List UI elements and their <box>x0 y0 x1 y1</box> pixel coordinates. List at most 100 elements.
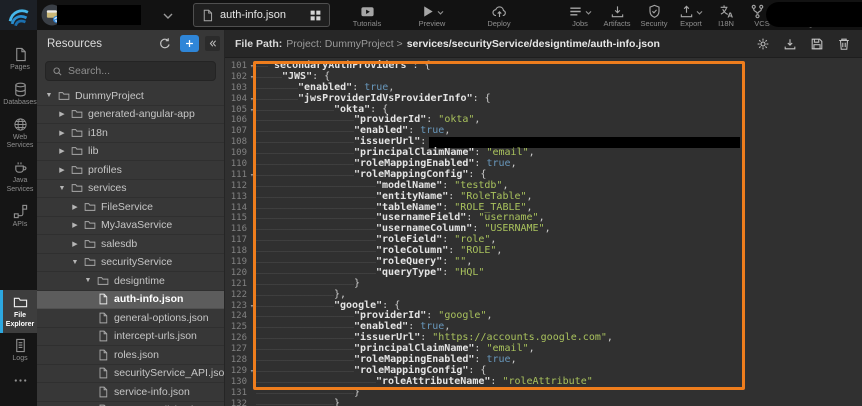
chevron-expanded-icon[interactable]: ▼ <box>71 259 79 266</box>
app-logo[interactable] <box>0 0 37 30</box>
breadcrumb-project[interactable]: Project: DummyProject > <box>286 38 402 50</box>
sidebar-item-logs[interactable]: Logs <box>0 333 37 368</box>
tree-item-salesdb[interactable]: ▶salesdb <box>37 235 224 254</box>
chevron-collapsed-icon[interactable]: ▶ <box>71 221 79 229</box>
code-line: 108"issuerUrl": <box>225 137 862 148</box>
chevron-collapsed-icon[interactable]: ▶ <box>58 166 66 174</box>
save-button[interactable] <box>809 36 825 52</box>
tree-item-roles-json[interactable]: roles.json <box>37 346 224 365</box>
sidebar-item-web-services[interactable]: Web Services <box>0 112 37 156</box>
tree-item-label: FileService <box>101 201 153 213</box>
toolbar-artifacts-button[interactable]: Artifacts <box>598 0 636 30</box>
translate-icon: A <box>719 4 734 19</box>
tree-item-auth-info-json[interactable]: auth-info.json <box>37 291 224 310</box>
code-line: 104▾"jwsProviderIdVsProviderInfo": { <box>225 94 862 105</box>
chevron-expanded-icon[interactable]: ▼ <box>45 92 53 99</box>
sidebar-item-databases[interactable]: Databases <box>0 77 37 112</box>
tree-item-profiles[interactable]: ▶profiles <box>37 161 224 180</box>
fold-arrow-icon[interactable]: ▾ <box>247 366 256 377</box>
refresh-button[interactable] <box>156 35 174 53</box>
tree-item-services[interactable]: ▼services <box>37 180 224 199</box>
folder-icon <box>13 295 28 310</box>
file-tab[interactable]: auth-info.json <box>193 3 330 27</box>
chevron-collapsed-icon[interactable]: ▶ <box>58 110 66 118</box>
toolbar-actions: Tutorials Preview Deploy Jobs ArtifactsSecur… <box>342 0 824 30</box>
toolbar-preview-button[interactable]: Preview <box>406 0 458 30</box>
toolbar-tutorials-button[interactable]: Tutorials <box>342 0 392 30</box>
tree-item-label: general-options.json <box>114 312 209 324</box>
sidebar-item-more[interactable] <box>0 368 37 392</box>
toolbar-security-button[interactable]: Security <box>636 0 672 30</box>
delete-button[interactable] <box>836 36 852 52</box>
sidebar-item-java-services[interactable]: Java Services <box>0 155 37 199</box>
tree-item-dummyproject[interactable]: ▼DummyProject <box>37 87 224 106</box>
plus-icon <box>184 38 195 49</box>
tree-item-designtime[interactable]: ▼designtime <box>37 272 224 291</box>
toolbar-label: Jobs <box>572 19 588 28</box>
tree-item-fileservice[interactable]: ▶ FileService <box>37 198 224 217</box>
cloud-up-icon <box>492 4 507 19</box>
folder-icon <box>71 127 83 139</box>
file-icon <box>97 330 109 342</box>
fold-arrow-icon[interactable]: ▾ <box>247 170 256 181</box>
settings-button[interactable] <box>755 36 771 52</box>
collapse-panel-button[interactable] <box>205 36 220 51</box>
toolbar-label: Preview <box>419 19 446 28</box>
toolbar-export-button[interactable]: Export <box>672 0 710 30</box>
fold-arrow-icon[interactable]: ▾ <box>247 61 256 72</box>
fold-arrow-icon[interactable]: ▾ <box>247 105 256 116</box>
tree-item-general-options-json[interactable]: general-options.json <box>37 309 224 328</box>
chevron-expanded-icon[interactable]: ▼ <box>84 277 92 284</box>
tree-item-i18n[interactable]: ▶i18n <box>37 124 224 143</box>
list-icon <box>568 4 583 19</box>
logs-icon <box>13 338 28 353</box>
search-input[interactable] <box>68 65 209 77</box>
sidebar-item-apis[interactable]: APIs <box>0 199 37 234</box>
line-number: 128 <box>225 355 247 366</box>
code-line: 128"roleMappingEnabled": true, <box>225 355 862 366</box>
download-button[interactable] <box>782 36 798 52</box>
redacted-project-name <box>57 5 141 25</box>
sidebar-item-pages[interactable]: Pages <box>0 42 37 77</box>
save-icon <box>810 37 824 51</box>
tree-item-wm-xss-policies-json[interactable]: wm-xss-policies.json <box>37 402 224 406</box>
tree-item-intercept-urls-json[interactable]: intercept-urls.json <box>37 328 224 347</box>
fold-arrow-icon[interactable]: ▾ <box>247 72 256 83</box>
chevron-collapsed-icon[interactable]: ▶ <box>71 240 79 248</box>
folder-icon <box>84 201 96 213</box>
tree-item-generated-angular-app[interactable]: ▶generated-angular-app <box>37 106 224 125</box>
redacted-area-top-right <box>766 2 862 27</box>
tree-item-securityservice[interactable]: ▼securityService <box>37 254 224 273</box>
chevron-collapsed-icon[interactable]: ▶ <box>58 129 66 137</box>
grid-icon[interactable] <box>309 9 322 22</box>
resources-panel: Resources ▼DummyProjec <box>37 30 225 406</box>
fold-arrow-icon[interactable]: ▾ <box>247 94 256 105</box>
breadcrumb-path: services/securityService/designtime/auth… <box>407 38 751 50</box>
line-number: 119 <box>225 257 247 268</box>
file-actions <box>755 36 852 52</box>
tree-item-lib[interactable]: ▶lib <box>37 143 224 162</box>
fold-arrow-icon[interactable]: ▾ <box>247 301 256 312</box>
toolbar-jobs-button[interactable]: Jobs <box>562 0 598 30</box>
line-number: 124 <box>225 311 247 322</box>
tree-item-myjavaservice[interactable]: ▶MyJavaService <box>37 217 224 236</box>
line-number: 126 <box>225 333 247 344</box>
line-number: 102 <box>225 72 247 83</box>
add-resource-button[interactable] <box>180 35 199 52</box>
chevron-expanded-icon[interactable]: ▼ <box>58 185 66 192</box>
folder-icon <box>71 145 83 157</box>
sidebar-item-label: Logs <box>12 355 27 364</box>
sidebar-item-file-explorer[interactable]: File Explorer <box>0 290 37 334</box>
tree-item-service-info-json[interactable]: service-info.json <box>37 383 224 402</box>
chevron-collapsed-icon[interactable]: ▶ <box>71 203 79 211</box>
code-editor[interactable]: 101▾"secondaryAuthProviders": {102▾"JWS"… <box>225 58 862 406</box>
code-line: 107"enabled": true, <box>225 126 862 137</box>
chevron-down-icon[interactable] <box>160 8 176 24</box>
more-dots-icon <box>13 373 28 388</box>
tree-item-securityservice-api-json[interactable]: securityService_API.json <box>37 365 224 384</box>
toolbar-deploy-button[interactable]: Deploy <box>476 0 522 30</box>
toolbar-i18n-button[interactable]: AI18N <box>710 0 742 30</box>
chevron-collapsed-icon[interactable]: ▶ <box>58 147 66 155</box>
search-box[interactable] <box>45 61 216 81</box>
code-line: 121} <box>225 279 862 290</box>
